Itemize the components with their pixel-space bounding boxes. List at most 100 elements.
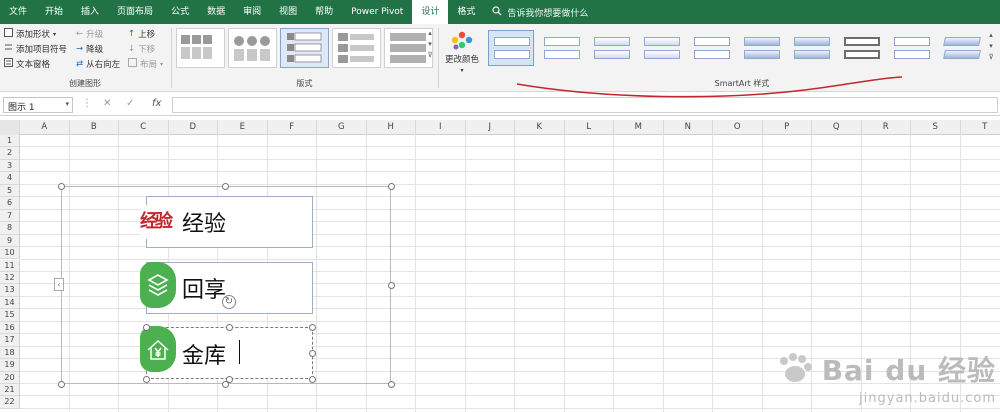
row-header-16[interactable]: 16	[0, 321, 20, 335]
chevron-down-icon[interactable]: ▾	[65, 100, 69, 108]
row-header-1[interactable]: 1	[0, 135, 20, 148]
column-header-S[interactable]: S	[911, 120, 961, 135]
column-header-I[interactable]: I	[416, 120, 466, 135]
row-header-8[interactable]: 8	[0, 222, 20, 235]
shape-handle[interactable]	[226, 376, 233, 383]
style-thumbnail-9[interactable]	[888, 30, 934, 66]
column-header-J[interactable]: J	[466, 120, 515, 135]
style-thumbnail-8[interactable]	[838, 30, 884, 66]
tell-me-box[interactable]: 告诉我你想要做什么	[492, 5, 588, 19]
shape-handle[interactable]	[309, 350, 316, 357]
shape-handle[interactable]	[309, 324, 316, 331]
tab-file[interactable]: 文件	[0, 0, 36, 24]
tab-data[interactable]: 数据	[198, 0, 234, 24]
layout-thumbnail-3-selected[interactable]	[280, 28, 329, 68]
style-thumbnail-3[interactable]	[588, 30, 634, 66]
resize-handle-top-right[interactable]	[388, 183, 395, 190]
shape-handle[interactable]	[226, 324, 233, 331]
resize-handle-top-left[interactable]	[58, 183, 65, 190]
text-pane-toggle[interactable]: ‹	[54, 278, 64, 291]
tab-format[interactable]: 格式	[448, 0, 484, 24]
row-header-17[interactable]: 17	[0, 334, 20, 347]
add-bullet-button[interactable]: 添加项目符号	[4, 43, 67, 55]
tab-page-layout[interactable]: 页面布局	[108, 0, 162, 24]
styles-gallery-scroll[interactable]: ▴ ▾ ⊽	[985, 30, 997, 70]
insert-function-icon[interactable]: fx	[152, 98, 161, 109]
column-header-N[interactable]: N	[664, 120, 713, 135]
row-header-12[interactable]: 12	[0, 271, 20, 285]
row-header-3[interactable]: 3	[0, 159, 20, 173]
scroll-down-icon[interactable]: ▾	[424, 39, 436, 50]
tab-help[interactable]: 帮助	[306, 0, 342, 24]
column-header-B[interactable]: B	[70, 120, 119, 135]
move-up-button[interactable]: ↑ 上移	[128, 28, 155, 40]
column-header-H[interactable]: H	[367, 120, 416, 135]
column-header-C[interactable]: C	[119, 120, 169, 135]
column-header-F[interactable]: F	[268, 120, 317, 135]
formula-input[interactable]	[172, 97, 998, 113]
tab-power-pivot[interactable]: Power Pivot	[342, 0, 412, 24]
add-shape-button[interactable]: 添加形状 ▾	[4, 28, 56, 40]
column-header-Q[interactable]: Q	[812, 120, 862, 135]
column-header-O[interactable]: O	[713, 120, 763, 135]
resize-handle-bottom-right[interactable]	[388, 381, 395, 388]
column-header-D[interactable]: D	[169, 120, 218, 135]
layout-thumbnail-4[interactable]	[332, 28, 381, 68]
row-header-7[interactable]: 7	[0, 209, 20, 223]
column-header-R[interactable]: R	[862, 120, 911, 135]
gallery-more-icon[interactable]: ⊽	[985, 52, 997, 63]
layouts-gallery-scroll[interactable]: ▴ ▾ ⊽	[424, 28, 436, 68]
row-header-20[interactable]: 20	[0, 371, 20, 384]
row-header-5[interactable]: 5	[0, 184, 20, 198]
smartart-item-3-text[interactable]: 金库	[182, 338, 226, 370]
layout-thumbnail-2[interactable]	[228, 28, 277, 68]
tab-review[interactable]: 审阅	[234, 0, 270, 24]
layout-button[interactable]: 布局 ▾	[128, 58, 163, 70]
style-thumbnail-10[interactable]	[938, 30, 984, 66]
row-header-14[interactable]: 14	[0, 296, 20, 310]
row-header-22[interactable]: 22	[0, 396, 20, 409]
row-header-4[interactable]: 4	[0, 172, 20, 185]
smartart-item-1-text[interactable]: 经验	[182, 206, 226, 238]
tab-insert[interactable]: 插入	[72, 0, 108, 24]
style-thumbnail-6[interactable]	[738, 30, 784, 66]
name-box[interactable]: 图示 1 ▾	[3, 97, 73, 113]
row-header-19[interactable]: 19	[0, 359, 20, 372]
style-thumbnail-2[interactable]	[538, 30, 584, 66]
row-header-9[interactable]: 9	[0, 234, 20, 248]
row-header-15[interactable]: 15	[0, 309, 20, 322]
right-to-left-button[interactable]: ⇄ 从右向左	[76, 58, 120, 70]
scroll-up-icon[interactable]: ▴	[424, 28, 436, 39]
style-thumbnail-5[interactable]	[688, 30, 734, 66]
select-all-corner[interactable]	[0, 120, 20, 135]
scroll-down-icon[interactable]: ▾	[985, 41, 997, 52]
column-header-L[interactable]: L	[565, 120, 614, 135]
row-header-6[interactable]: 6	[0, 197, 20, 210]
tab-view[interactable]: 视图	[270, 0, 306, 24]
demote-button[interactable]: → 降级	[76, 43, 103, 55]
row-header-11[interactable]: 11	[0, 259, 20, 272]
row-header-13[interactable]: 13	[0, 284, 20, 297]
row-header-2[interactable]: 2	[0, 147, 20, 160]
move-down-button[interactable]: ↓ 下移	[128, 43, 155, 55]
change-colors-button[interactable]: 更改颜色 ▾	[442, 28, 482, 78]
tab-home[interactable]: 开始	[36, 0, 72, 24]
smartart-item-2-text[interactable]: 回享	[182, 272, 226, 304]
shape-handle[interactable]	[309, 376, 316, 383]
text-pane-button[interactable]: 文本窗格	[4, 58, 50, 70]
cancel-icon[interactable]: ✕	[103, 98, 111, 109]
column-header-T[interactable]: T	[961, 120, 1000, 135]
row-header-21[interactable]: 21	[0, 384, 20, 397]
worksheet-grid[interactable]: ABCDEFGHIJKLMNOPQRST 1 2 3 4 5 6 7 8 9 10 11 12 13 14…	[0, 120, 1000, 412]
style-thumbnail-7[interactable]	[788, 30, 834, 66]
shape-handle[interactable]	[143, 376, 150, 383]
shape-handle[interactable]	[143, 324, 150, 331]
tab-design[interactable]: 设计	[412, 0, 449, 24]
column-header-G[interactable]: G	[317, 120, 367, 135]
resize-handle-bottom-left[interactable]	[58, 381, 65, 388]
column-header-E[interactable]: E	[218, 120, 268, 135]
row-header-18[interactable]: 18	[0, 346, 20, 360]
rotate-handle-icon[interactable]: ↻	[222, 295, 236, 309]
column-header-M[interactable]: M	[614, 120, 664, 135]
resize-handle-top[interactable]	[222, 183, 229, 190]
